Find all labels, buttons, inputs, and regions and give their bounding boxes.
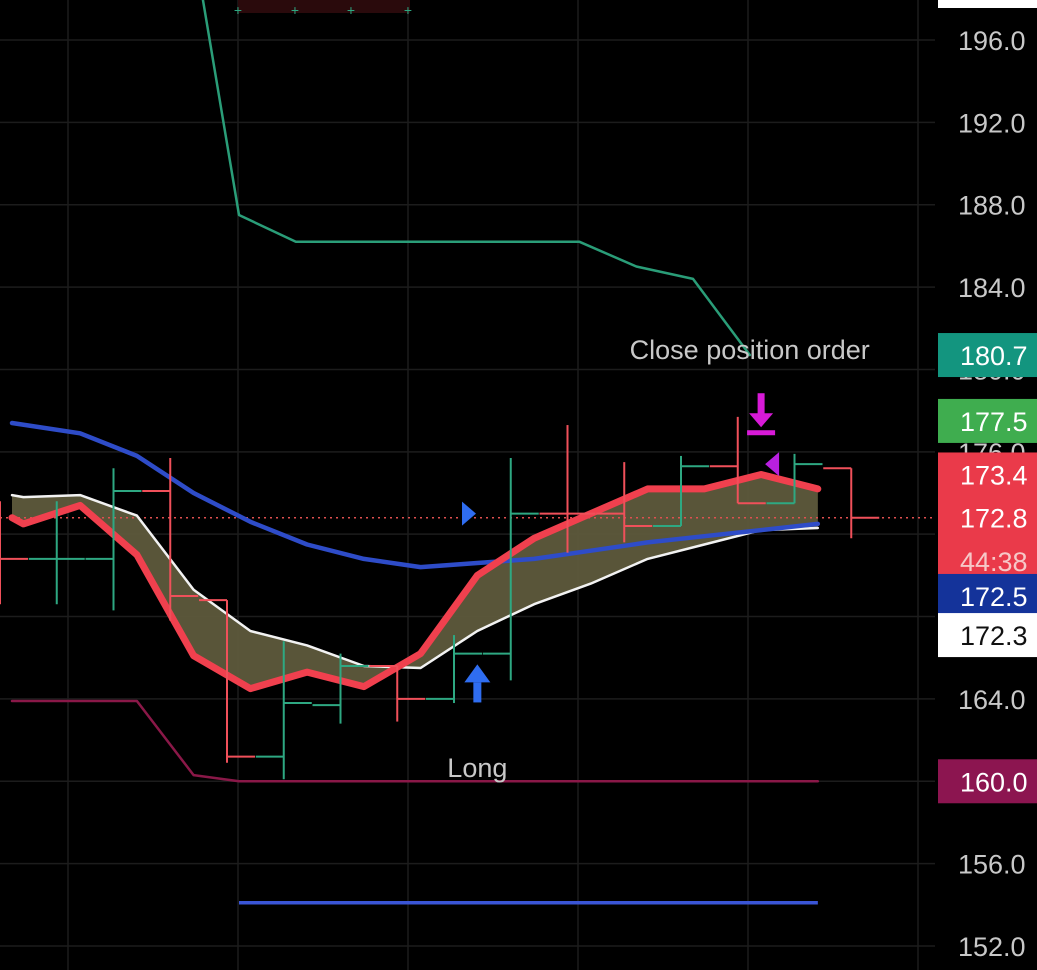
close-arrow-icon <box>749 413 774 428</box>
close-position-label: Close position order <box>630 335 870 365</box>
price-chart[interactable]: + + + + 196.0 192.0 188.0 184.0 164.0 156.0 152.0… <box>0 0 1037 970</box>
price-badge: 172.8 <box>938 495 1037 540</box>
offscreen-candle-body <box>238 0 410 13</box>
close-arrow-shaft <box>757 393 765 416</box>
y-tick-label: 196.0 <box>958 26 1026 56</box>
y-tick-label: 156.0 <box>958 850 1026 880</box>
price-badge-label: 172.5 <box>960 582 1028 612</box>
price-badge: 177.5 <box>938 398 1037 443</box>
upper-band-line <box>201 0 752 357</box>
price-badge-label: 173.4 <box>960 460 1028 490</box>
price-badge-label: 44:38 <box>960 547 1028 577</box>
y-tick-label: 192.0 <box>958 108 1026 138</box>
offscreen-tick-mark: + <box>291 2 299 18</box>
y-tick-label: 152.0 <box>958 932 1026 962</box>
y-tick-label: 188.0 <box>958 191 1026 221</box>
price-badge: 172.3 <box>938 613 1037 658</box>
price-badge: 180.7 <box>938 333 1037 378</box>
offscreen-tick-mark: + <box>404 2 412 18</box>
long-label: Long <box>447 753 507 783</box>
price-badge-label: 172.3 <box>960 621 1028 651</box>
offscreen-tick-mark: + <box>347 2 355 18</box>
close-arrow-bar <box>747 430 776 436</box>
price-badge: 160.0 <box>938 759 1037 804</box>
y-tick-label: 184.0 <box>958 273 1026 303</box>
price-badge-label: 180.7 <box>960 341 1028 371</box>
y-tick-label: 164.0 <box>958 685 1026 715</box>
offscreen-tick-mark: + <box>234 2 242 18</box>
long-arrow-shaft <box>473 682 482 703</box>
price-badge-label: 172.8 <box>960 504 1028 534</box>
price-badges: 180.7 177.5 173.4 172.8 44:38 172.5 172.3 160.0 <box>938 333 1037 804</box>
axis-top-badge <box>938 0 1037 8</box>
price-badge-label: 160.0 <box>960 767 1028 797</box>
lower-band-line <box>10 699 820 783</box>
price-badge-label: 177.5 <box>960 407 1028 437</box>
price-badge: 173.4 <box>938 452 1037 497</box>
buy-flag-icon <box>462 501 476 526</box>
long-arrow-icon <box>464 664 491 683</box>
ohlc-bar[interactable] <box>823 467 880 539</box>
price-badge: 172.5 <box>938 573 1037 618</box>
